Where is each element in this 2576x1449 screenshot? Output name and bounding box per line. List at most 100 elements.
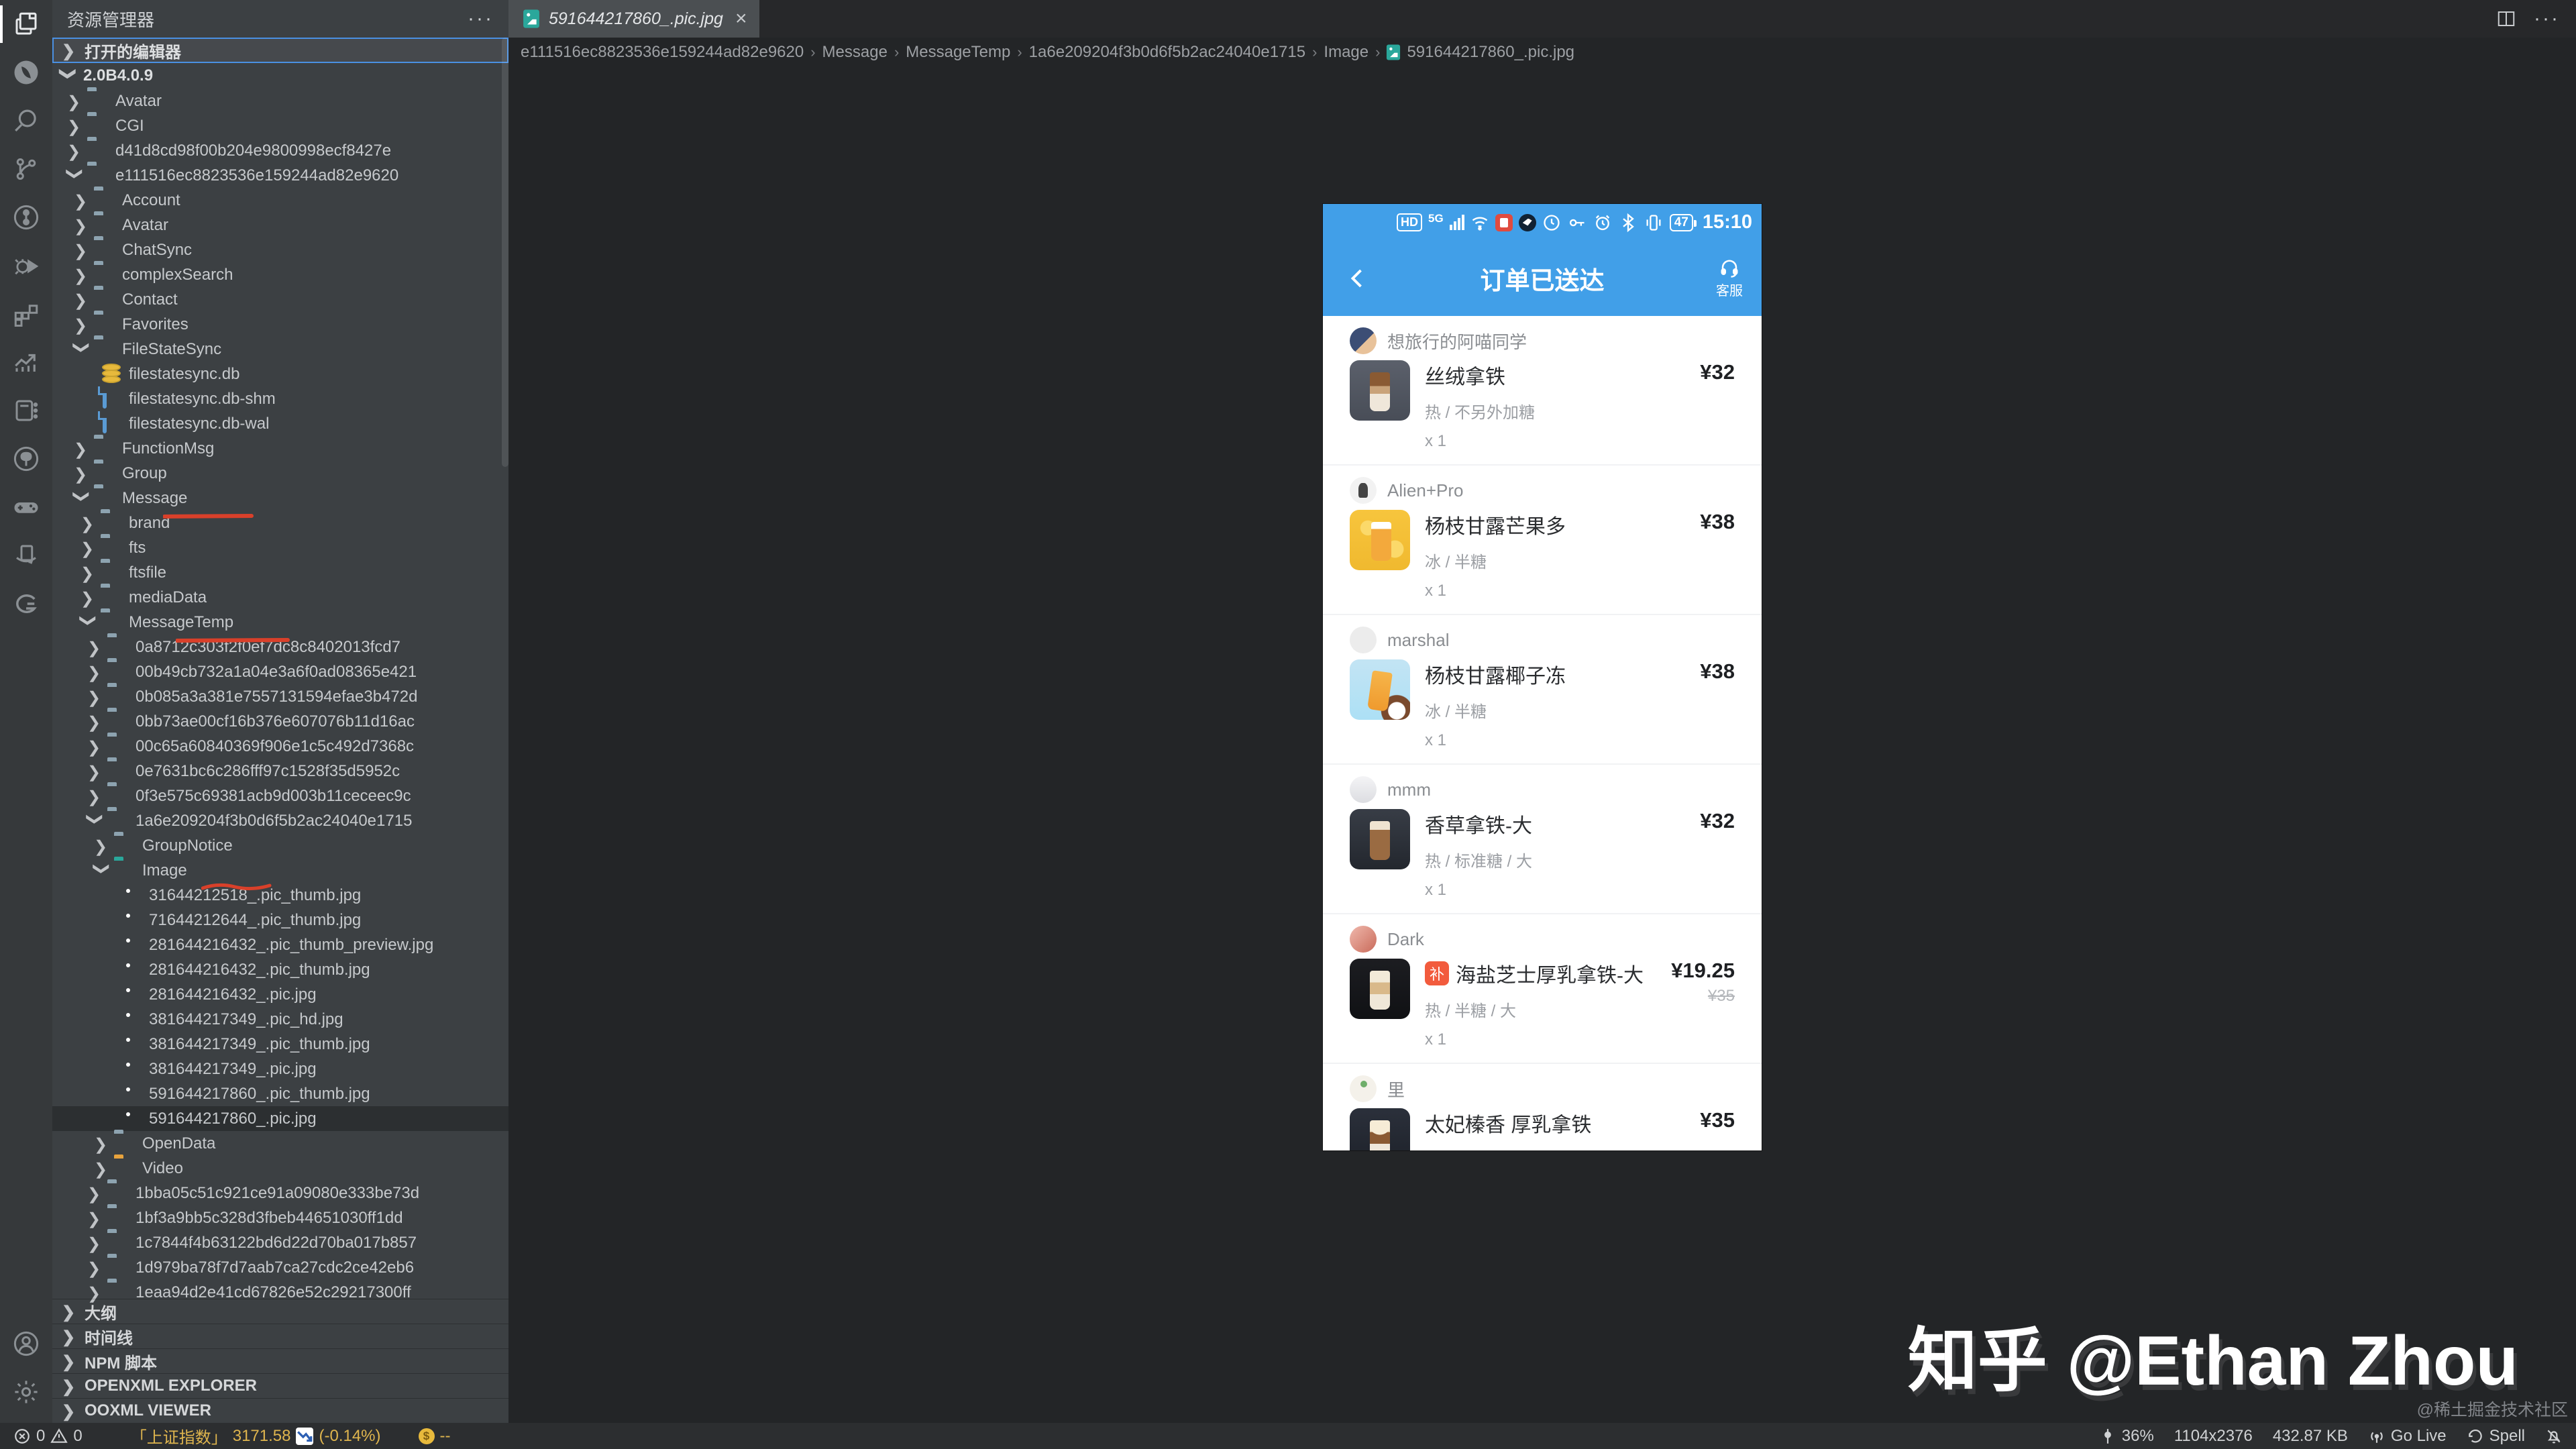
tree-file-381644217349_.pic_thumb.jpg[interactable]: 381644217349_.pic_thumb.jpg [52,1032,508,1057]
fund-ticker[interactable]: $ -- [419,1427,451,1446]
order-item[interactable]: 丝绒拿铁热 / 不另外加糖x 1¥32 [1350,355,1735,464]
tree-file-381644217349_.pic.jpg[interactable]: 381644217349_.pic.jpg [52,1057,508,1081]
tree-folder-Message[interactable]: ❯Message [52,486,508,511]
panel-OOXML VIEWER[interactable]: ❯OOXML VIEWER [52,1398,508,1423]
tree-folder-00b49cb732a1a04e3a6f0ad08365e421[interactable]: ❯00b49cb732a1a04e3a6f0ad08365e421 [52,659,508,684]
tree-item-label: Contact [122,290,178,309]
github-icon[interactable] [0,435,52,483]
tree-folder-Avatar[interactable]: ❯Avatar [52,213,508,237]
search-icon[interactable] [0,97,52,145]
notifications-toggle[interactable] [2545,1428,2563,1445]
breadcrumb-segment[interactable]: MessageTemp [906,43,1010,62]
breadcrumb-segment[interactable]: 1a6e209204f3b0d6f5b2ac24040e1715 [1029,43,1305,62]
tree-folder-0bb73ae00cf16b376e607076b11d16ac[interactable]: ❯0bb73ae00cf16b376e607076b11d16ac [52,709,508,734]
tree-folder-Video[interactable]: ❯Video [52,1156,508,1181]
breadcrumb-separator: › [894,44,899,61]
tree-folder-fts[interactable]: ❯fts [52,535,508,560]
order-item[interactable]: 杨枝甘露芒果多冰 / 半糖x 1¥38 [1350,504,1735,614]
tree-folder-FileStateSync[interactable]: ❯FileStateSync [52,337,508,362]
tree-folder-MessageTemp[interactable]: ❯MessageTemp [52,610,508,635]
tree-folder-Avatar[interactable]: ❯Avatar [52,89,508,113]
tree-file-381644217349_.pic_hd.jpg[interactable]: 381644217349_.pic_hd.jpg [52,1007,508,1032]
tree-folder-CGI[interactable]: ❯CGI [52,113,508,138]
notebook-icon[interactable] [0,386,52,435]
tree-folder-ChatSync[interactable]: ❯ChatSync [52,237,508,262]
g-logo-icon[interactable] [0,580,52,628]
tree-file-filestatesync.db-shm[interactable]: filestatesync.db-shm [52,386,508,411]
problems-indicator[interactable]: 0 0 [13,1427,83,1446]
spell-checker[interactable]: Spell [2467,1427,2525,1446]
tree-folder-1a6e209204f3b0d6f5b2ac24040e1715[interactable]: ❯1a6e209204f3b0d6f5b2ac24040e1715 [52,808,508,833]
tree-folder-FunctionMsg[interactable]: ❯FunctionMsg [52,436,508,461]
order-item[interactable]: 杨枝甘露椰子冻冰 / 半糖x 1¥38 [1350,654,1735,763]
debug-icon[interactable] [0,241,52,290]
tree-folder-mediaData[interactable]: ❯mediaData [52,585,508,610]
tree-folder-0e7631bc6c286fff97c1528f35d5952c[interactable]: ❯0e7631bc6c286fff97c1528f35d5952c [52,759,508,784]
tree-folder-Favorites[interactable]: ❯Favorites [52,312,508,337]
tree-file-71644212644_.pic_thumb.jpg[interactable]: 71644212644_.pic_thumb.jpg [52,908,508,932]
order-item[interactable]: 香草拿铁-大热 / 标准糖 / 大x 1¥32 [1350,804,1735,913]
breadcrumb-segment[interactable]: Message [822,43,888,62]
tree-folder-e111516ec8823536e159244ad82e9620[interactable]: ❯e111516ec8823536e159244ad82e9620 [52,163,508,188]
gamepad-icon[interactable] [0,483,52,531]
gitlens-icon[interactable] [0,193,52,241]
more-actions-icon[interactable]: ··· [2534,7,2560,30]
files-icon[interactable] [0,0,52,48]
panel-时间线[interactable]: ❯时间线 [52,1324,508,1348]
tree-file-filestatesync.db-wal[interactable]: filestatesync.db-wal [52,411,508,436]
tab-close-icon[interactable]: × [735,7,747,30]
breadcrumb-segment[interactable]: e111516ec8823536e159244ad82e9620 [521,43,804,62]
tree-file-591644217860_.pic_thumb.jpg[interactable]: 591644217860_.pic_thumb.jpg [52,1081,508,1106]
tree-folder-0a8712c303f2f0ef7dc8c8402013fcd7[interactable]: ❯0a8712c303f2f0ef7dc8c8402013fcd7 [52,635,508,659]
order-item[interactable]: 补海盐芝士厚乳拿铁-大热 / 半糖 / 大x 1¥19.25¥35 [1350,953,1735,1063]
account-icon[interactable] [0,1320,52,1368]
sidebar-more-icon[interactable]: ··· [468,7,494,30]
panel-OPENXML EXPLORER[interactable]: ❯OPENXML EXPLORER [52,1373,508,1398]
tree-folder-ftsfile[interactable]: ❯ftsfile [52,560,508,585]
settings-gear-icon[interactable] [0,1368,52,1416]
split-editor-icon[interactable] [2496,9,2516,29]
tree-folder-OpenData[interactable]: ❯OpenData [52,1131,508,1156]
tree-folder-1c7844f4b63122bd6d22d70ba017b857[interactable]: ❯1c7844f4b63122bd6d22d70ba017b857 [52,1230,508,1255]
sidebar-scrollbar[interactable] [502,38,508,467]
tree-folder-Image[interactable]: ❯Image [52,858,508,883]
tree-folder-0f3e575c69381acb9d003b11ceceec9c[interactable]: ❯0f3e575c69381acb9d003b11ceceec9c [52,784,508,808]
chevron-spacer [101,1036,118,1053]
panel-大纲[interactable]: ❯大纲 [52,1299,508,1324]
page-flip-icon[interactable] [0,531,52,580]
tree-folder-complexSearch[interactable]: ❯complexSearch [52,262,508,287]
stats-icon[interactable] [0,338,52,386]
tree-folder-d41d8cd98f00b204e9800998ecf8427e[interactable]: ❯d41d8cd98f00b204e9800998ecf8427e [52,138,508,163]
go-live-button[interactable]: Go Live [2368,1427,2447,1446]
breadcrumb-segment[interactable]: 591644217860_.pic.jpg [1407,43,1574,62]
breadcrumb-segment[interactable]: Image [1324,43,1368,62]
tree-folder-0b085a3a381e7557131594efae3b472d[interactable]: ❯0b085a3a381e7557131594efae3b472d [52,684,508,709]
tree-folder-1d979ba78f7d7aab7ca27cdc2ce42eb6[interactable]: ❯1d979ba78f7d7aab7ca27cdc2ce42eb6 [52,1255,508,1280]
tree-folder-1bba05c51c921ce91a09080e333be73d[interactable]: ❯1bba05c51c921ce91a09080e333be73d [52,1181,508,1205]
tree-file-31644212518_.pic_thumb.jpg[interactable]: 31644212518_.pic_thumb.jpg [52,883,508,908]
tree-folder-00c65a60840369f906e1c5c492d7368c[interactable]: ❯00c65a60840369f906e1c5c492d7368c [52,734,508,759]
tab-image-file[interactable]: 591644217860_.pic.jpg × [508,0,759,38]
order-item[interactable]: 太妃榛香 厚乳拿铁热 / 标准糖 / 默认奶油x 1¥35 [1350,1103,1735,1150]
tree-file-281644216432_.pic_thumb.jpg[interactable]: 281644216432_.pic_thumb.jpg [52,957,508,982]
tree-folder-brand[interactable]: ❯brand [52,511,508,535]
tree-file-filestatesync.db[interactable]: filestatesync.db [52,362,508,386]
tree-file-591644217860_.pic.jpg[interactable]: 591644217860_.pic.jpg [52,1106,508,1131]
stock-ticker[interactable]: 「上证指数」 3171.58 (-0.14%) [131,1424,381,1448]
open-editors-section[interactable]: ❯ 打开的编辑器 [52,38,508,63]
tree-folder-GroupNotice[interactable]: ❯GroupNotice [52,833,508,858]
browser-logo-icon[interactable] [0,48,52,97]
tree-folder-1bf3a9bb5c328d3fbeb44651030ff1dd[interactable]: ❯1bf3a9bb5c328d3fbeb44651030ff1dd [52,1205,508,1230]
tree-file-281644216432_.pic_thumb_preview.jpg[interactable]: 281644216432_.pic_thumb_preview.jpg [52,932,508,957]
tree-folder-Group[interactable]: ❯Group [52,461,508,486]
extensions-icon[interactable] [0,290,52,338]
tree-folder-Contact[interactable]: ❯Contact [52,287,508,312]
image-preview-canvas[interactable]: HD 5G 47 15:10 [508,67,2576,1423]
customer-service-button[interactable]: 客服 [1716,258,1743,299]
source-control-icon[interactable] [0,145,52,193]
zoom-control[interactable]: 36% [2099,1427,2154,1446]
tree-file-281644216432_.pic.jpg[interactable]: 281644216432_.pic.jpg [52,982,508,1007]
workspace-root-section[interactable]: ❯ 2.0B4.0.9 [52,63,508,89]
tree-folder-Account[interactable]: ❯Account [52,188,508,213]
panel-NPM 脚本[interactable]: ❯NPM 脚本 [52,1348,508,1373]
